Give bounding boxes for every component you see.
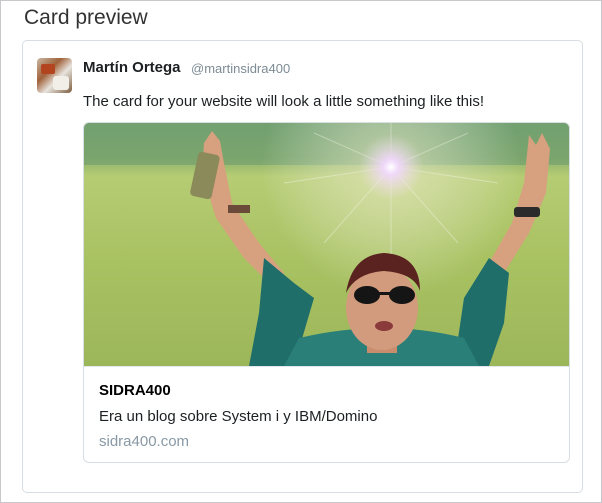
avatar	[37, 58, 72, 93]
display-name[interactable]: Martín Ortega	[83, 59, 181, 76]
card-title: SIDRA400	[99, 382, 171, 399]
summary-card[interactable]: SIDRA400 Era un blog sobre System i y IB…	[83, 122, 570, 463]
tweet-text: The card for your website will look a li…	[83, 93, 485, 110]
panel-title: Card preview	[24, 6, 148, 29]
tweet-preview: Martín Ortega @martinsidra400 The card f…	[22, 40, 583, 493]
card-image[interactable]	[84, 123, 569, 366]
card-photo	[84, 123, 569, 366]
card-meta[interactable]: SIDRA400 Era un blog sobre System i y IB…	[84, 366, 569, 462]
screen-name[interactable]: @martinsidra400	[191, 61, 290, 76]
card-domain[interactable]: sidra400.com	[99, 433, 189, 450]
card-description: Era un blog sobre System i y IBM/Domino	[99, 408, 378, 425]
card-preview-panel: Card preview Martín Ortega @martinsidra4…	[0, 0, 602, 503]
